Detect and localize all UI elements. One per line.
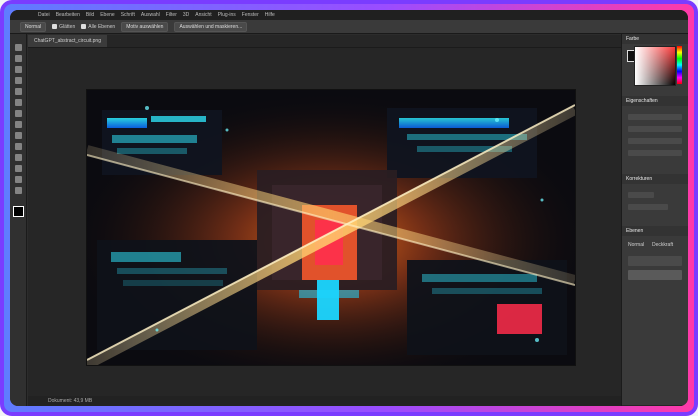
color-picker[interactable] — [634, 46, 676, 86]
marquee-tool-icon[interactable] — [14, 55, 22, 62]
status-bar: Dokument: 43,9 MB — [28, 396, 621, 406]
layers-panel-title[interactable]: Ebenen — [622, 226, 688, 236]
document-image[interactable] — [87, 90, 575, 365]
move-tool-icon[interactable] — [14, 44, 22, 51]
hue-slider[interactable] — [677, 46, 682, 84]
menu-item[interactable]: Plug-ins — [218, 10, 236, 20]
tool-mode[interactable]: Normal — [20, 21, 47, 32]
canvas-workspace[interactable] — [28, 48, 621, 396]
circuit-artwork-image — [87, 90, 575, 365]
menu-item[interactable]: Schrift — [121, 10, 135, 20]
crop-tool-icon[interactable] — [14, 77, 22, 84]
properties-panel: Eigenschaften — [622, 96, 688, 175]
sample-label: Alle Ebenen — [88, 23, 116, 30]
lasso-tool-icon[interactable] — [14, 66, 22, 73]
right-panels: Farbe Eigenschaften Korrekturen Ebenen N… — [621, 34, 688, 406]
menu-bar: Datei Bearbeiten Bild Ebene Schrift Ausw… — [10, 10, 688, 20]
brush-tool-icon[interactable] — [14, 99, 22, 106]
type-tool-icon[interactable] — [14, 154, 22, 161]
stamp-tool-icon[interactable] — [14, 110, 22, 117]
checkbox-icon — [81, 24, 87, 29]
foreground-color-swatch[interactable] — [12, 206, 24, 217]
layer-row-selected[interactable] — [628, 270, 682, 280]
properties-panel-title[interactable]: Eigenschaften — [622, 96, 688, 106]
zoom-tool-icon[interactable] — [14, 187, 22, 194]
property-row — [628, 114, 682, 120]
gradient-tool-icon[interactable] — [14, 132, 22, 139]
menu-item[interactable]: Filter — [166, 10, 177, 20]
layers-panel: Ebenen Normal Deckkraft — [622, 226, 688, 406]
menu-item[interactable]: Datei — [38, 10, 50, 20]
eraser-tool-icon[interactable] — [14, 121, 22, 128]
pen-tool-icon[interactable] — [14, 143, 22, 150]
adjustment-icon-row[interactable] — [628, 204, 668, 210]
menu-item[interactable]: Bild — [86, 10, 94, 20]
menu-item[interactable]: Auswahl — [141, 10, 160, 20]
adjustment-icon-row[interactable] — [628, 192, 654, 198]
property-row — [628, 150, 682, 156]
layer-row[interactable] — [628, 256, 682, 266]
photoshop-window: Datei Bearbeiten Bild Ebene Schrift Ausw… — [10, 10, 688, 406]
tools-panel — [10, 34, 27, 406]
adjustments-panel-title[interactable]: Korrekturen — [622, 174, 688, 184]
menu-item[interactable]: Hilfe — [265, 10, 275, 20]
opacity-label: Deckkraft — [652, 242, 674, 248]
menu-item[interactable]: Ebene — [100, 10, 114, 20]
presentation-frame: Datei Bearbeiten Bild Ebene Schrift Ausw… — [0, 0, 698, 416]
menu-item[interactable]: Ansicht — [195, 10, 211, 20]
hand-tool-icon[interactable] — [14, 176, 22, 183]
menu-item[interactable]: Fenster — [242, 10, 259, 20]
menu-item[interactable]: Bearbeiten — [56, 10, 80, 20]
color-panel: Farbe — [622, 34, 688, 97]
document-tab[interactable]: ChatGPT_abstract_circuit.png — [28, 35, 107, 47]
blend-mode[interactable]: Normal — [628, 242, 644, 248]
menu-item[interactable]: 3D — [183, 10, 189, 20]
color-panel-title[interactable]: Farbe — [622, 34, 688, 44]
select-subject-button[interactable]: Motiv auswählen — [121, 21, 169, 32]
property-row — [628, 138, 682, 144]
checkbox-icon — [52, 24, 58, 29]
property-row — [628, 126, 682, 132]
tool-options-bar: Normal Glätten Alle Ebenen Motiv auswähl… — [10, 20, 688, 34]
sample-all-layers-checkbox[interactable]: Alle Ebenen — [81, 24, 115, 30]
antialias-label: Glätten — [59, 23, 76, 30]
document-tab-bar: ChatGPT_abstract_circuit.png — [28, 35, 622, 48]
antialias-checkbox[interactable]: Glätten — [52, 24, 75, 30]
select-and-mask-button[interactable]: Auswählen und maskieren... — [174, 21, 248, 32]
shape-tool-icon[interactable] — [14, 165, 22, 172]
eyedropper-tool-icon[interactable] — [14, 88, 22, 95]
adjustments-panel: Korrekturen — [622, 174, 688, 227]
